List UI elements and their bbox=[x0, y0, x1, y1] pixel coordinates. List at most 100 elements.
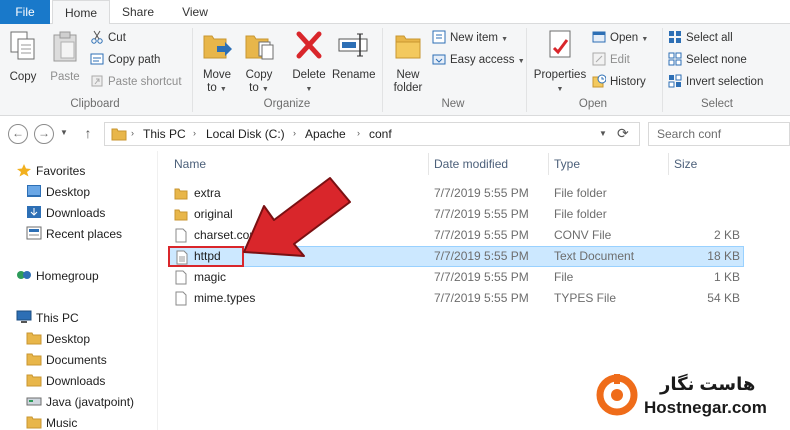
tab-share[interactable]: Share bbox=[114, 0, 162, 24]
column-divider[interactable] bbox=[548, 153, 549, 175]
breadcrumb-apache[interactable]: Apache bbox=[305, 127, 346, 141]
open-button[interactable]: Open ▼ bbox=[592, 28, 648, 48]
sidebar-item-favorites[interactable]: Favorites bbox=[16, 161, 85, 181]
highlight-box bbox=[168, 246, 244, 267]
forward-arrow-icon: → bbox=[38, 126, 50, 140]
file-row-mime-types[interactable]: mime.types 7/7/2019 5:55 PM TYPES File 5… bbox=[168, 288, 744, 309]
star-icon bbox=[16, 163, 32, 177]
new-item-button[interactable]: New item ▼ bbox=[432, 28, 508, 48]
cut-button[interactable]: Cut bbox=[90, 28, 126, 48]
history-button[interactable]: History bbox=[592, 72, 646, 92]
sidebar-item-java[interactable]: Java (javatpoint) bbox=[26, 392, 134, 412]
new-folder-label-2: folder bbox=[393, 82, 423, 94]
file-size: 2 KB bbox=[713, 228, 740, 242]
open-label: Open bbox=[610, 32, 639, 44]
copy-path-button[interactable]: Copy path bbox=[90, 50, 160, 70]
sidebar-item-recent-places[interactable]: Recent places bbox=[26, 224, 122, 244]
column-header-type[interactable]: Type bbox=[554, 157, 580, 171]
file-type: File folder bbox=[554, 186, 607, 200]
recent-locations-button[interactable]: ▼ bbox=[58, 124, 70, 144]
copy-to-button[interactable]: Copy to ▼ bbox=[242, 28, 276, 96]
ribbon-tabs: File Home Share View bbox=[0, 0, 790, 25]
edit-button[interactable]: Edit bbox=[592, 50, 630, 70]
file-date: 7/7/2019 5:55 PM bbox=[434, 186, 529, 200]
sidebar-item-homegroup[interactable]: Homegroup bbox=[16, 266, 99, 286]
sidebar-item-music[interactable]: Music bbox=[26, 413, 77, 430]
sidebar-item-pc-desktop[interactable]: Desktop bbox=[26, 329, 90, 349]
file-size: 18 KB bbox=[707, 249, 740, 263]
desktop-icon bbox=[26, 184, 42, 198]
select-all-label: Select all bbox=[686, 32, 733, 44]
column-header-size[interactable]: Size bbox=[674, 157, 697, 171]
up-arrow-icon: ↑ bbox=[84, 125, 92, 141]
file-type: File folder bbox=[554, 207, 607, 221]
file-type: CONV File bbox=[554, 228, 612, 242]
sidebar-item-documents[interactable]: Documents bbox=[26, 350, 107, 370]
address-dropdown-icon[interactable]: ▼ bbox=[599, 129, 607, 138]
breadcrumb-conf[interactable]: conf bbox=[369, 127, 392, 141]
move-to-label-2: to bbox=[207, 82, 217, 94]
new-folder-label-1: New bbox=[396, 69, 420, 81]
sidebar-item-label: Desktop bbox=[46, 185, 91, 199]
breadcrumb-this-pc[interactable]: This PC bbox=[143, 127, 186, 141]
column-header-date[interactable]: Date modified bbox=[434, 157, 508, 171]
history-icon bbox=[592, 74, 607, 88]
breadcrumb-local-disk[interactable]: Local Disk (C:) bbox=[206, 127, 285, 141]
select-none-button[interactable]: Select none bbox=[668, 50, 747, 70]
search-input[interactable]: Search conf bbox=[648, 122, 790, 146]
open-group-label: Open bbox=[578, 98, 608, 110]
copy-to-icon bbox=[245, 35, 274, 60]
move-to-button[interactable]: Move to ▼ bbox=[200, 28, 234, 96]
sidebar-item-desktop[interactable]: Desktop bbox=[26, 182, 90, 202]
sidebar-item-label: Desktop bbox=[46, 332, 91, 346]
back-button[interactable]: ← bbox=[8, 124, 28, 144]
file-date: 7/7/2019 5:55 PM bbox=[434, 270, 529, 284]
file-type: TYPES File bbox=[554, 291, 617, 305]
sidebar-item-label: Java (javatpoint) bbox=[46, 395, 135, 409]
back-arrow-icon: ← bbox=[12, 126, 24, 140]
file-icon bbox=[175, 228, 187, 243]
file-date: 7/7/2019 5:55 PM bbox=[434, 228, 529, 242]
breadcrumb-separator-icon: › bbox=[131, 128, 134, 138]
file-icon bbox=[175, 291, 187, 306]
properties-button[interactable]: Properties ▼ bbox=[532, 28, 588, 96]
refresh-icon[interactable]: ⟳ bbox=[617, 125, 629, 142]
watermark-persian: هاست نگار bbox=[660, 374, 756, 394]
sidebar-item-label: Documents bbox=[46, 353, 107, 367]
up-button[interactable]: ↑ bbox=[78, 124, 98, 144]
paste-shortcut-button[interactable]: Paste shortcut bbox=[90, 72, 182, 92]
tab-file[interactable]: File bbox=[0, 0, 50, 24]
new-folder-icon bbox=[395, 35, 421, 59]
annotation-arrow-icon bbox=[243, 177, 351, 257]
rename-button[interactable]: Rename bbox=[332, 28, 375, 82]
easy-access-button[interactable]: Easy access ▼ bbox=[432, 50, 525, 70]
paste-button[interactable]: Paste bbox=[48, 30, 82, 84]
tab-view[interactable]: View bbox=[170, 0, 220, 24]
column-divider[interactable] bbox=[428, 153, 429, 175]
new-folder-button[interactable]: New folder bbox=[390, 28, 426, 95]
sidebar-item-label: Downloads bbox=[46, 206, 106, 220]
easy-access-label: Easy access bbox=[450, 54, 515, 66]
invert-selection-button[interactable]: Invert selection bbox=[668, 72, 763, 92]
sidebar-item-pc-downloads[interactable]: Downloads bbox=[26, 371, 105, 391]
column-header-name[interactable]: Name bbox=[174, 157, 206, 171]
column-divider[interactable] bbox=[668, 153, 669, 175]
copy-button[interactable]: Copy bbox=[6, 30, 40, 84]
folder-icon bbox=[26, 331, 42, 345]
copy-path-label: Copy path bbox=[108, 54, 161, 66]
sidebar-item-this-pc[interactable]: This PC bbox=[16, 308, 79, 328]
folder-icon bbox=[174, 188, 188, 200]
sidebar-item-label: This PC bbox=[36, 311, 79, 325]
file-name: mime.types bbox=[194, 291, 256, 305]
file-row-magic[interactable]: magic 7/7/2019 5:55 PM File 1 KB bbox=[168, 267, 744, 288]
tab-home[interactable]: Home bbox=[52, 0, 110, 25]
chevron-down-icon: ▼ bbox=[305, 86, 313, 93]
navigation-bar: ← → ▼ ↑ › This PC › Local Disk (C:) › Ap… bbox=[0, 117, 790, 151]
delete-button[interactable]: Delete ▼ bbox=[290, 28, 328, 96]
address-bar[interactable]: › This PC › Local Disk (C:) › Apache › c… bbox=[104, 122, 640, 146]
forward-button[interactable]: → bbox=[34, 124, 54, 144]
sidebar-item-downloads[interactable]: Downloads bbox=[26, 203, 105, 223]
select-all-button[interactable]: Select all bbox=[668, 28, 733, 48]
chevron-down-icon: ▼ bbox=[501, 36, 509, 43]
folder-icon bbox=[111, 128, 127, 141]
